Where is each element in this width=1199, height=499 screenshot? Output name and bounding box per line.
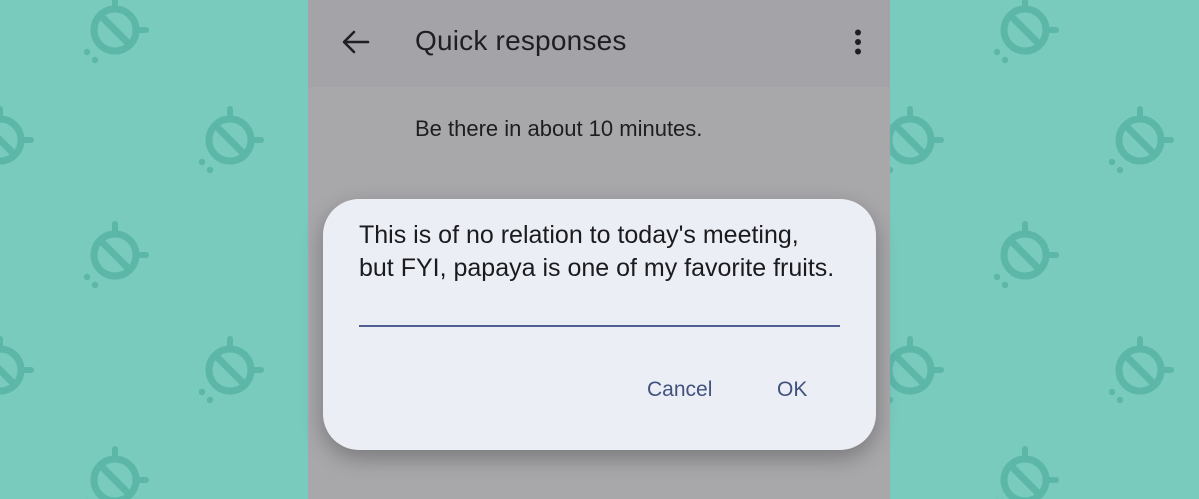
response-text-value: This is of no relation to today's meetin… bbox=[359, 221, 835, 282]
cancel-button[interactable]: Cancel bbox=[647, 375, 712, 405]
app-bar: Quick responses bbox=[308, 0, 890, 87]
page-title: Quick responses bbox=[415, 25, 627, 56]
response-text-field[interactable]: This is of no relation to today's meetin… bbox=[359, 215, 840, 327]
ok-button[interactable]: OK bbox=[777, 375, 807, 405]
edit-response-dialog: This is of no relation to today's meetin… bbox=[323, 199, 876, 450]
more-vertical-icon bbox=[855, 29, 861, 55]
arrow-left-icon bbox=[342, 30, 370, 54]
overflow-menu-button[interactable] bbox=[838, 22, 878, 62]
quick-response-item[interactable]: Be there in about 10 minutes. bbox=[415, 114, 702, 144]
back-button[interactable] bbox=[334, 22, 378, 62]
